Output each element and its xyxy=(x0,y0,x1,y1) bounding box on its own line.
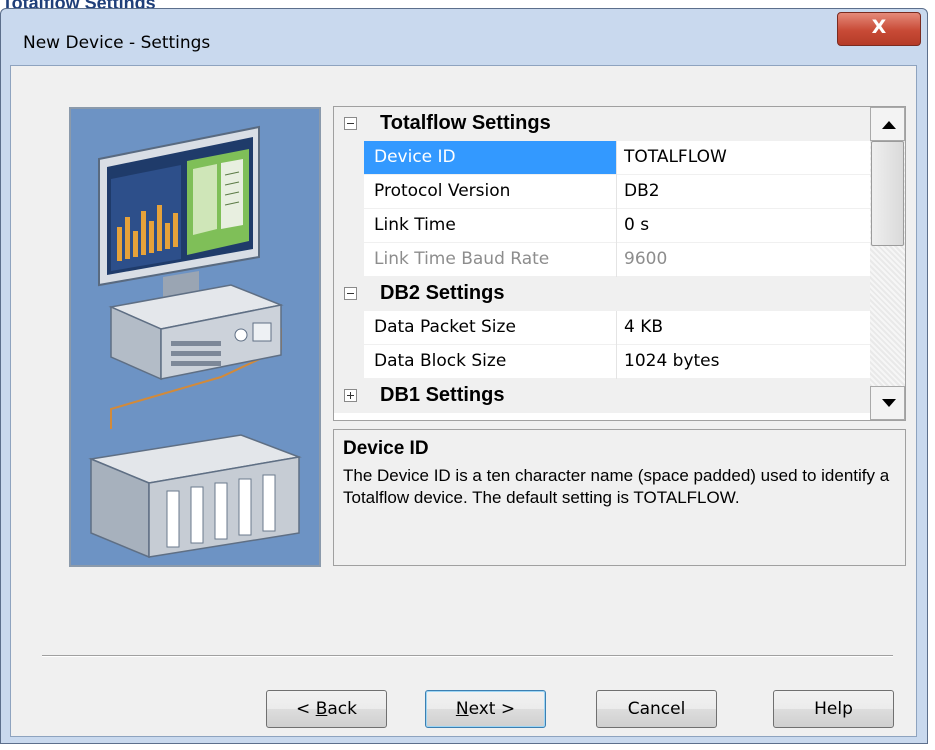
property-row-data-packet-size[interactable]: Data Packet Size 4 KB xyxy=(334,311,870,345)
property-name: Link Time xyxy=(374,215,456,235)
property-grid: Totalflow Settings Device ID TOTALFLOW P… xyxy=(333,106,906,421)
property-row-link-time-baud-rate: Link Time Baud Rate 9600 xyxy=(334,243,870,277)
property-value[interactable]: 1024 bytes xyxy=(624,351,720,371)
dialog-client-area: Totalflow Settings Device ID TOTALFLOW P… xyxy=(10,65,917,737)
property-row-data-block-size[interactable]: Data Block Size 1024 bytes xyxy=(334,345,870,379)
description-text: The Device ID is a ten character name (s… xyxy=(343,466,890,507)
vertical-scrollbar[interactable] xyxy=(870,107,905,420)
property-name: Protocol Version xyxy=(374,181,511,201)
property-row-link-time[interactable]: Link Time 0 s xyxy=(334,209,870,243)
category-label: DB1 Settings xyxy=(380,384,505,406)
scroll-down-button[interactable] xyxy=(870,386,905,420)
property-value[interactable]: 0 s xyxy=(624,215,649,235)
collapse-icon[interactable] xyxy=(344,117,357,130)
scroll-up-button[interactable] xyxy=(870,107,905,141)
back-button[interactable]: < Back xyxy=(266,690,387,728)
expand-icon[interactable] xyxy=(344,389,357,402)
next-button[interactable]: Next > xyxy=(425,690,546,728)
property-name: Data Packet Size xyxy=(374,317,516,337)
category-db2-settings[interactable]: DB2 Settings xyxy=(334,277,870,311)
description-panel: Device ID The Device ID is a ten charact… xyxy=(333,429,906,566)
help-button[interactable]: Help xyxy=(773,690,894,728)
dialog-window: New Device - Settings X Totalflow Settin… xyxy=(0,8,928,744)
property-value[interactable]: DB2 xyxy=(624,181,660,201)
cancel-button[interactable]: Cancel xyxy=(596,690,717,728)
property-row-device-id[interactable]: Device ID TOTALFLOW xyxy=(334,141,870,175)
property-value[interactable]: TOTALFLOW xyxy=(624,147,727,167)
collapse-icon[interactable] xyxy=(344,287,357,300)
separator-line xyxy=(42,655,893,657)
property-name: Link Time Baud Rate xyxy=(374,249,550,269)
description-title: Device ID xyxy=(343,438,429,459)
property-value[interactable]: 4 KB xyxy=(624,317,663,337)
category-db1-settings[interactable]: DB1 Settings xyxy=(334,379,870,413)
illustration-svg xyxy=(71,109,319,565)
property-name: Device ID xyxy=(374,147,456,167)
scroll-thumb[interactable] xyxy=(871,141,904,246)
property-name: Data Block Size xyxy=(374,351,507,371)
close-icon: X xyxy=(871,16,887,38)
window-title: New Device - Settings xyxy=(23,33,211,53)
property-value: 9600 xyxy=(624,249,668,269)
computer-and-plc-illustration xyxy=(69,107,321,567)
category-totalflow-settings[interactable]: Totalflow Settings xyxy=(334,107,870,141)
property-row-protocol-version[interactable]: Protocol Version DB2 xyxy=(334,175,870,209)
category-label: DB2 Settings xyxy=(380,282,505,304)
category-label: Totalflow Settings xyxy=(380,112,551,134)
close-button[interactable]: X xyxy=(837,12,921,46)
title-bar: New Device - Settings X xyxy=(1,9,927,65)
